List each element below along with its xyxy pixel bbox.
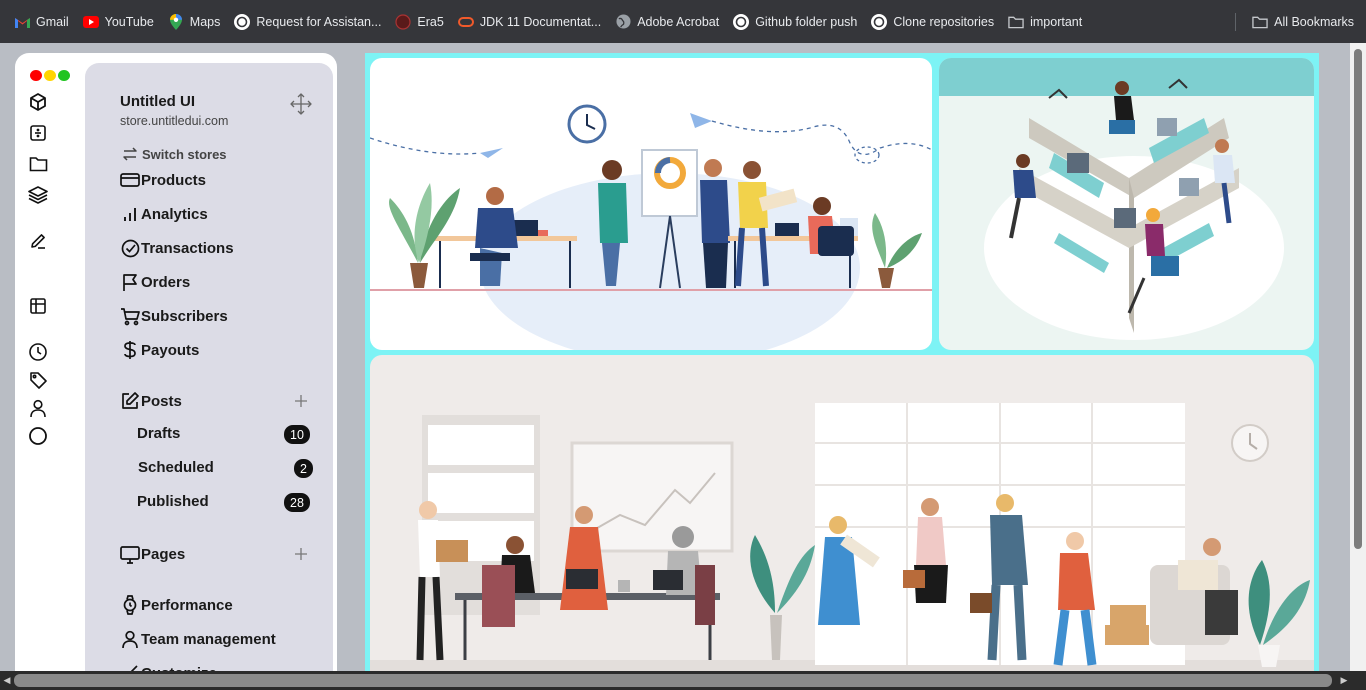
- clock-icon[interactable]: [27, 341, 49, 363]
- bookmark-request-for-assistance[interactable]: Request for Assistan...: [228, 8, 387, 36]
- bookmark-youtube[interactable]: YouTube: [77, 8, 160, 36]
- maps-icon: [168, 13, 184, 30]
- close-dot[interactable]: [30, 70, 42, 81]
- circle-icon[interactable]: [27, 425, 49, 447]
- store-name: Untitled UI: [120, 93, 195, 110]
- move-icon[interactable]: [290, 93, 312, 115]
- navigation-panel: Untitled UI store.untitledui.com Switch …: [85, 63, 333, 690]
- dollar-icon: [120, 340, 140, 360]
- nav-products[interactable]: Products: [120, 170, 206, 190]
- monitor-icon: [120, 544, 140, 564]
- tag-icon[interactable]: [27, 369, 49, 391]
- office-workplace-illustration: [370, 355, 1314, 685]
- team-office-illustration: [370, 58, 932, 350]
- team-office-svg: [370, 104, 932, 350]
- bookmark-jdk-11-documentation[interactable]: JDK 11 Documentat...: [452, 8, 607, 36]
- bookmark-era5[interactable]: Era5: [389, 8, 449, 36]
- credit-card-icon: [120, 170, 140, 190]
- bookmark-folder-important[interactable]: important: [1002, 8, 1088, 36]
- bookmarks-bar: Gmail YouTube Maps Request for Assistan.…: [0, 0, 1366, 43]
- nav-scheduled[interactable]: Scheduled: [138, 459, 214, 476]
- scroll-left-arrow-icon[interactable]: ◀: [1, 671, 13, 690]
- store-url: store.untitledui.com: [120, 114, 229, 128]
- youtube-icon: [82, 14, 99, 30]
- gmail-icon: [14, 14, 30, 30]
- table-icon[interactable]: [27, 295, 49, 317]
- chatgpt-icon: [733, 13, 750, 30]
- nav-transactions[interactable]: Transactions: [120, 238, 234, 258]
- shopping-cart-icon: [120, 306, 140, 326]
- chatgpt-icon: [234, 13, 251, 30]
- switch-icon: [123, 147, 137, 161]
- bookmark-gmail[interactable]: Gmail: [8, 8, 75, 36]
- cube-icon[interactable]: [27, 91, 49, 113]
- vertical-scroll-thumb[interactable]: [1354, 49, 1362, 549]
- page-area: Untitled UI store.untitledui.com Switch …: [0, 43, 1350, 690]
- nav-drafts[interactable]: Drafts: [137, 425, 180, 442]
- user-icon: [120, 629, 140, 649]
- folder-icon: [1008, 14, 1024, 30]
- bookmarks-separator: [1235, 12, 1237, 31]
- window-controls: [30, 70, 70, 81]
- bar-chart-icon: [120, 204, 140, 224]
- nav-subscribers[interactable]: Subscribers: [120, 306, 228, 326]
- bookmark-github-folder-push[interactable]: Github folder push: [727, 8, 863, 36]
- nav-published[interactable]: Published: [137, 493, 209, 510]
- nav-payouts[interactable]: Payouts: [120, 340, 199, 360]
- icon-rail: [15, 53, 85, 690]
- cubicle-office-illustration: [939, 58, 1314, 350]
- nav-posts[interactable]: Posts: [120, 391, 182, 411]
- flag-icon: [120, 272, 140, 292]
- nav-team-management[interactable]: Team management: [120, 629, 276, 649]
- bookmark-maps[interactable]: Maps: [162, 8, 227, 36]
- user-icon[interactable]: [27, 397, 49, 419]
- drafts-count-badge: 10: [284, 425, 310, 444]
- all-bookmarks-button[interactable]: All Bookmarks: [1246, 8, 1360, 36]
- cubicle-office-svg: [939, 58, 1314, 340]
- horizontal-scrollbar[interactable]: ◀ ▶: [0, 671, 1366, 690]
- nav-analytics[interactable]: Analytics: [120, 204, 208, 224]
- folder-icon: [1252, 14, 1268, 30]
- maximize-dot[interactable]: [58, 70, 70, 81]
- sidebar: Untitled UI store.untitledui.com Switch …: [15, 53, 337, 690]
- check-circle-icon: [120, 238, 140, 258]
- nav-performance[interactable]: Performance: [120, 595, 233, 615]
- nav-orders[interactable]: Orders: [120, 272, 190, 292]
- oracle-icon: [457, 14, 474, 30]
- folder-icon[interactable]: [27, 153, 49, 175]
- vertical-scrollbar[interactable]: [1350, 43, 1366, 671]
- published-count-badge: 28: [284, 493, 310, 512]
- office-workplace-svg: [370, 403, 1314, 685]
- scheduled-count-badge: 2: [294, 459, 313, 478]
- content-frame: [365, 53, 1319, 685]
- era5-icon: [395, 13, 412, 30]
- layers-icon[interactable]: [27, 184, 49, 206]
- minimize-dot[interactable]: [44, 70, 56, 81]
- bookmark-clone-repositories[interactable]: Clone repositories: [865, 8, 1000, 36]
- globe-icon: [615, 14, 631, 30]
- nav-pages[interactable]: Pages: [120, 544, 185, 564]
- chatgpt-icon: [871, 13, 888, 30]
- bookmark-adobe-acrobat[interactable]: Adobe Acrobat: [609, 8, 725, 36]
- scroll-right-arrow-icon[interactable]: ▶: [1338, 671, 1350, 690]
- edit-icon: [120, 391, 140, 411]
- horizontal-scroll-thumb[interactable]: [14, 674, 1332, 687]
- add-page-icon[interactable]: [293, 546, 309, 562]
- switch-stores-button[interactable]: Switch stores: [120, 144, 227, 164]
- calculator-icon[interactable]: [27, 122, 49, 144]
- pen-icon[interactable]: [27, 230, 49, 252]
- add-post-icon[interactable]: [293, 393, 309, 409]
- watch-icon: [120, 595, 140, 615]
